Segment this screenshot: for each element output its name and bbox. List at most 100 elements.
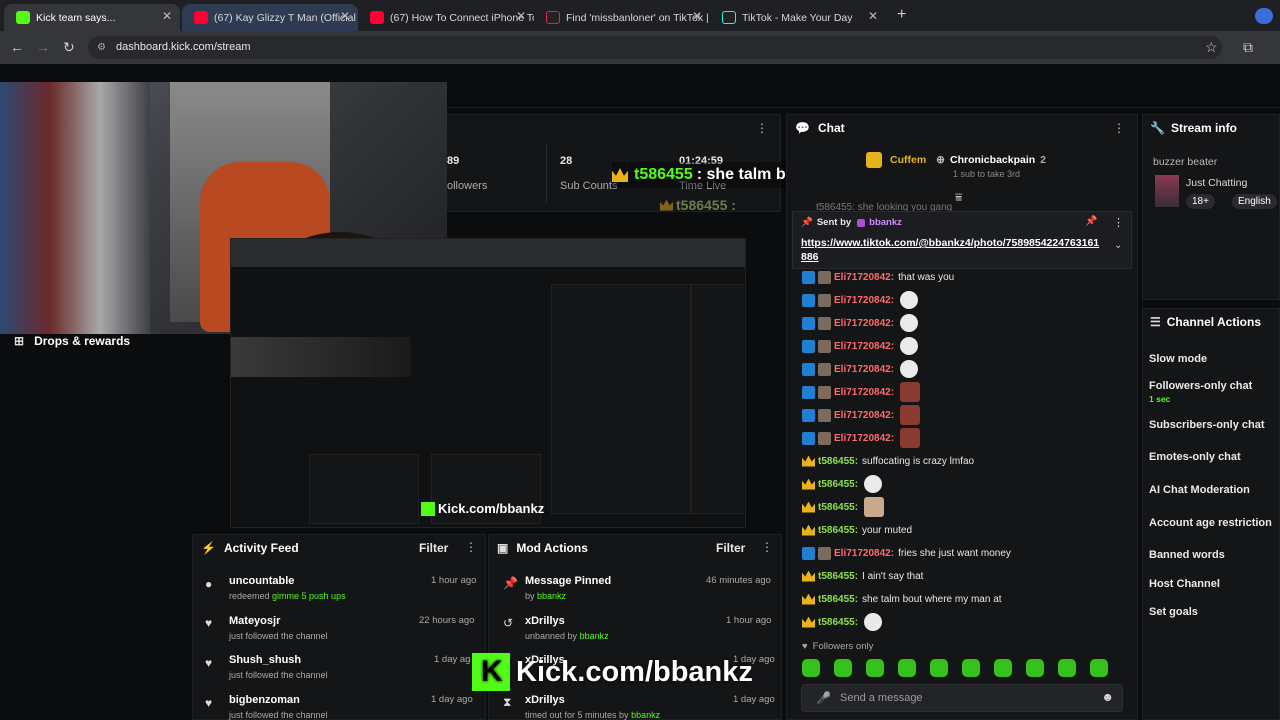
tab-youtube-2[interactable]: (67) How To Connect iPhone To ✕ — [358, 4, 534, 31]
activity-item-name[interactable]: Mateyosjr — [229, 615, 280, 627]
action-banned-words[interactable]: Banned words — [1149, 549, 1225, 561]
category-name[interactable]: Just Chatting — [1186, 177, 1247, 189]
action-account-age[interactable]: Account age restriction — [1149, 517, 1272, 529]
chevron-down-icon[interactable]: ⌄ — [1114, 240, 1122, 251]
chat-input-placeholder: Send a message — [840, 692, 923, 704]
more-options-icon[interactable]: ⋮ — [756, 121, 768, 135]
close-tab-icon[interactable]: ✕ — [162, 9, 172, 23]
tab-tiktok-2[interactable]: TikTok - Make Your Day ✕ — [710, 4, 886, 31]
back-arrow-icon[interactable]: ← — [10, 39, 24, 55]
bookmark-star-icon[interactable]: ☆ — [1205, 39, 1218, 56]
pinned-link[interactable]: https://www.tiktok.com/@bbankz4/photo/75… — [801, 236, 1101, 264]
quick-emote-icon[interactable] — [866, 659, 884, 677]
action-emotes-only[interactable]: Emotes-only chat — [1149, 451, 1241, 463]
activity-filter-button[interactable]: Filter — [419, 541, 448, 555]
quick-emote-icon[interactable] — [1090, 659, 1108, 677]
chat-username[interactable]: Eli71720842: — [834, 364, 894, 375]
chat-username[interactable]: t586455: — [818, 594, 858, 605]
action-followers-only[interactable]: Followers-only chat — [1149, 380, 1252, 392]
mod-item-name[interactable]: xDrillys — [525, 615, 565, 627]
chat-username[interactable]: t586455: — [818, 479, 858, 490]
channel-actions-panel: ☰ Channel Actions — [1142, 308, 1280, 720]
chat-text: suffocating is crazy lmfao — [862, 455, 975, 467]
leader-user-2[interactable]: Chronicbackpain — [950, 154, 1035, 166]
chat-username[interactable]: Eli71720842: — [834, 341, 894, 352]
action-set-goals[interactable]: Set goals — [1149, 606, 1198, 618]
chat-username[interactable]: Eli71720842: — [834, 387, 894, 398]
mod-filter-button[interactable]: Filter — [716, 541, 745, 555]
mod-item-name[interactable]: xDrillys — [525, 694, 565, 706]
more-options-icon[interactable]: ⋮ — [1113, 121, 1125, 135]
activity-item-name[interactable]: bigbenzoman — [229, 694, 300, 706]
activity-item-desc: just followed the channel — [229, 710, 328, 720]
crown-badge-icon — [802, 478, 815, 490]
quick-emote-icon[interactable] — [802, 659, 820, 677]
quick-emote-icon[interactable] — [1026, 659, 1044, 677]
preview-browser-bar — [231, 239, 745, 267]
tab-kick[interactable]: Kick team says... ✕ — [4, 4, 180, 31]
emote-bar — [802, 658, 1122, 678]
site-info-icon[interactable]: ⚙ — [97, 36, 106, 59]
url-input[interactable]: ⚙ dashboard.kick.com/stream — [88, 36, 1222, 59]
face-emote-icon — [900, 382, 921, 402]
reload-icon[interactable]: ↻ — [63, 39, 75, 56]
quick-emote-icon[interactable] — [962, 659, 980, 677]
pinned-user[interactable]: bbankz — [869, 217, 902, 228]
forward-arrow-icon[interactable]: → — [36, 39, 50, 55]
action-slow-mode[interactable]: Slow mode — [1149, 353, 1207, 365]
mod-item-moderator[interactable]: bbankz — [537, 591, 566, 601]
more-options-icon[interactable]: ⋮ — [1113, 216, 1124, 229]
ghost-emote-icon — [900, 360, 919, 378]
quick-emote-icon[interactable] — [1058, 659, 1076, 677]
profile-icon[interactable] — [1255, 8, 1273, 24]
action-subscribers-only[interactable]: Subscribers-only chat — [1149, 419, 1265, 431]
quick-emote-icon[interactable] — [834, 659, 852, 677]
chat-username[interactable]: t586455: — [818, 525, 858, 536]
close-tab-icon[interactable]: ✕ — [516, 9, 526, 23]
drops-rewards-nav[interactable]: ⊞ Drops & rewards — [14, 334, 130, 348]
mod-item-moderator[interactable]: bbankz — [631, 710, 660, 720]
moderator-badge-icon — [802, 385, 815, 399]
chat-text: your muted — [862, 524, 913, 536]
chat-username[interactable]: t586455: — [818, 617, 858, 628]
new-tab-plus-icon[interactable]: + — [897, 6, 906, 24]
chat-text: I ain't say that — [862, 570, 924, 582]
chat-username[interactable]: t586455: — [818, 571, 858, 582]
chat-username[interactable]: Eli71720842: — [834, 318, 894, 329]
chat-username[interactable]: t586455: — [818, 502, 858, 513]
chat-user-icon: 🎤 — [816, 691, 831, 705]
action-ai-moderation[interactable]: AI Chat Moderation — [1149, 484, 1250, 496]
unpin-icon[interactable]: 📌 — [1085, 216, 1097, 227]
activity-item-name[interactable]: uncountable — [229, 575, 294, 587]
chat-username[interactable]: Eli71720842: — [834, 295, 894, 306]
emoji-icon[interactable]: ☻ — [1101, 690, 1114, 704]
face-emote-icon — [900, 405, 921, 425]
chat-username[interactable]: Eli71720842: — [834, 433, 894, 444]
tab-youtube-1[interactable]: (67) Kay Glizzy T Man (Official ✕ — [182, 4, 358, 31]
quick-emote-icon[interactable] — [898, 659, 916, 677]
quick-emote-icon[interactable] — [994, 659, 1012, 677]
action-host-channel[interactable]: Host Channel — [1149, 578, 1220, 590]
chat-username[interactable]: Eli71720842: — [834, 272, 894, 283]
redeem-icon: ● — [205, 577, 213, 591]
more-options-icon[interactable]: ⋮ — [761, 540, 773, 554]
close-tab-icon[interactable]: ✕ — [692, 9, 702, 23]
chat-username[interactable]: t586455: — [818, 456, 858, 467]
close-tab-icon[interactable]: ✕ — [868, 9, 878, 23]
more-options-icon[interactable]: ⋮ — [465, 540, 477, 554]
chat-username[interactable]: Eli71720842: — [834, 410, 894, 421]
leader-user-1[interactable]: Cuffem — [890, 154, 926, 166]
avatar-badge-icon — [818, 431, 831, 445]
mod-item-moderator[interactable]: bbankz — [580, 631, 609, 641]
quick-emote-icon[interactable] — [930, 659, 948, 677]
chat-input[interactable]: 🎤 Send a message ☻ — [801, 684, 1123, 712]
mod-item-desc: by — [525, 591, 538, 601]
extensions-icon[interactable]: ⧉ — [1243, 39, 1253, 56]
chat-username[interactable]: Eli71720842: — [834, 548, 894, 559]
close-tab-icon[interactable]: ✕ — [340, 9, 350, 23]
avatar-badge-icon — [818, 339, 831, 353]
ghost-emote-icon — [900, 337, 919, 355]
activity-item-name[interactable]: Shush_shush — [229, 654, 301, 666]
tab-tiktok-1[interactable]: Find 'missbanloner' on TikTok | ✕ — [534, 4, 710, 31]
collapse-icon[interactable]: ⩸ — [955, 190, 962, 205]
